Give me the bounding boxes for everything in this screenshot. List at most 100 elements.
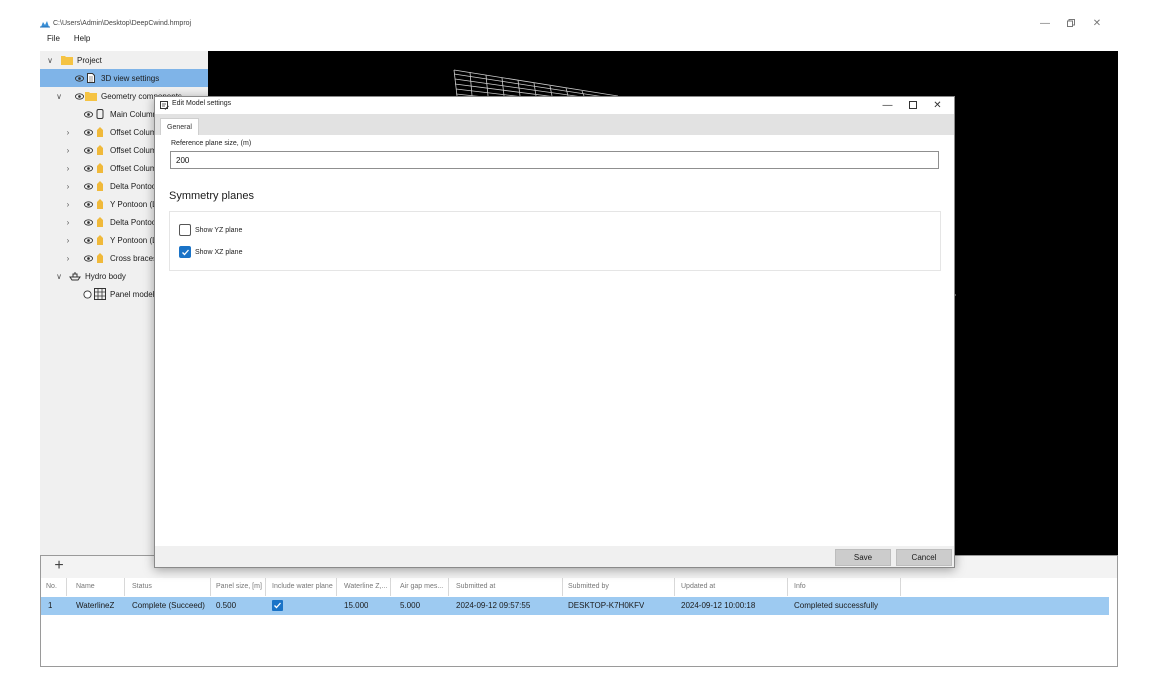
chevron-right-icon[interactable]: › [64, 200, 72, 209]
jobs-table-panel: + No. Name Status Panel size, [m] Includ… [40, 555, 1118, 667]
column-header[interactable]: Status [127, 578, 211, 596]
eye-icon[interactable] [84, 164, 93, 173]
eye-icon[interactable] [84, 200, 93, 209]
eye-icon[interactable] [84, 182, 93, 191]
chevron-right-icon[interactable]: › [64, 146, 72, 155]
folder-icon [61, 56, 73, 65]
column-header[interactable]: Panel size, [m] [211, 578, 266, 596]
eye-icon[interactable] [84, 236, 93, 245]
chevron-down-icon[interactable]: ∨ [55, 92, 63, 101]
show-xz-plane-checkbox[interactable] [179, 246, 191, 258]
component-icon [97, 235, 103, 245]
cell-submitted-by: DESKTOP-K7H0KFV [568, 601, 645, 610]
symmetry-planes-group: Show YZ plane Show XZ plane [169, 211, 941, 271]
save-button[interactable]: Save [835, 549, 891, 566]
window-controls: — ✕ [1032, 16, 1110, 30]
column-header[interactable]: Waterline Z,... [339, 578, 391, 596]
close-icon[interactable]: ✕ [1084, 16, 1110, 30]
column-header[interactable]: Air gap mes... [395, 578, 449, 596]
minimize-icon[interactable]: — [1032, 16, 1058, 30]
tree-item-project[interactable]: ∨ Project [40, 51, 208, 69]
cell-submitted-at: 2024-09-12 09:57:55 [456, 601, 531, 610]
column-header[interactable]: No. [41, 578, 67, 596]
tree-item-label: Hydro body [85, 271, 126, 281]
tree-item-label: Y Pontoon (L [110, 199, 157, 209]
show-xz-plane-option[interactable]: Show XZ plane [179, 245, 242, 259]
column-header[interactable]: Submitted by [563, 578, 675, 596]
tree-item-label: Y Pontoon (L [110, 235, 157, 245]
maximize-icon[interactable] [900, 97, 925, 113]
column-header[interactable]: Info [789, 578, 901, 596]
reference-plane-input[interactable] [170, 151, 939, 169]
eye-icon[interactable] [75, 74, 84, 83]
dialog-titlebar[interactable]: Edit Model settings — ✕ [155, 97, 954, 114]
reference-plane-label: Reference plane size, (m) [171, 140, 252, 147]
cell-updated-at: 2024-09-12 10:00:18 [681, 601, 756, 610]
tree-item-label: Project [77, 55, 102, 65]
app-titlebar: C:\Users\Admin\Desktop\DeepCwind.hmproj … [40, 14, 1118, 32]
menu-help[interactable]: Help [74, 34, 90, 48]
eye-icon[interactable] [84, 254, 93, 263]
chevron-right-icon[interactable]: › [64, 218, 72, 227]
show-xz-plane-label: Show XZ plane [195, 248, 243, 256]
tab-general[interactable]: General [160, 118, 199, 135]
ship-icon [69, 272, 81, 281]
cell-info: Completed successfully [794, 601, 879, 610]
cell-air-gap: 5.000 [400, 601, 421, 610]
column-header[interactable]: Submitted at [451, 578, 563, 596]
component-icon [97, 199, 103, 209]
chevron-right-icon[interactable]: › [64, 254, 72, 263]
column-header[interactable]: Updated at [676, 578, 788, 596]
cancel-button[interactable]: Cancel [896, 549, 952, 566]
eye-icon[interactable] [84, 128, 93, 137]
chevron-right-icon[interactable]: › [64, 182, 72, 191]
chevron-right-icon[interactable]: › [64, 164, 72, 173]
column-header[interactable]: Name [71, 578, 125, 596]
restore-icon[interactable] [1058, 16, 1084, 30]
checkmark-icon [181, 249, 189, 255]
show-yz-plane-option[interactable]: Show YZ plane [179, 223, 242, 237]
cell-name: WaterlineZ [76, 601, 115, 610]
cell-status: Complete (Succeed) [132, 601, 205, 610]
chevron-right-icon[interactable]: › [64, 236, 72, 245]
menu-bar: File Help [40, 34, 90, 48]
show-yz-plane-checkbox[interactable] [179, 224, 191, 236]
close-icon[interactable]: ✕ [925, 97, 950, 113]
edit-settings-icon [160, 101, 169, 110]
folder-icon [85, 92, 97, 101]
component-icon [97, 181, 103, 191]
cell-no: 1 [48, 601, 53, 610]
eye-icon[interactable] [84, 146, 93, 155]
table-header: No. Name Status Panel size, [m] Include … [41, 578, 1117, 596]
chevron-down-icon[interactable]: ∨ [55, 272, 63, 281]
grid-icon [94, 288, 106, 300]
component-icon [97, 145, 103, 155]
dialog-footer: Save Cancel [155, 546, 954, 567]
menu-file[interactable]: File [47, 34, 60, 48]
app-title: C:\Users\Admin\Desktop\DeepCwind.hmproj [53, 19, 192, 27]
tree-item-label: Cross braces [110, 253, 158, 263]
app-logo-icon [40, 20, 50, 27]
radio-circle-icon[interactable] [83, 289, 92, 299]
eye-icon[interactable] [75, 92, 84, 101]
include-water-plane-checkbox[interactable] [272, 600, 283, 611]
table-row[interactable]: 1 WaterlineZ Complete (Succeed) 0.500 15… [41, 597, 1109, 615]
eye-icon[interactable] [84, 218, 93, 227]
symmetry-planes-title: Symmetry planes [169, 190, 254, 202]
tree-item-3d-view-settings[interactable]: 3D view settings [40, 69, 208, 87]
component-icon [97, 217, 103, 227]
tree-item-label: Panel model [110, 289, 155, 299]
minimize-icon[interactable]: — [875, 97, 900, 113]
cell-panel-size: 0.500 [216, 601, 237, 610]
eye-icon[interactable] [84, 110, 93, 119]
component-icon [97, 253, 103, 263]
tree-item-label: 3D view settings [101, 73, 160, 83]
chevron-down-icon[interactable]: ∨ [46, 56, 54, 65]
chevron-right-icon[interactable]: › [64, 128, 72, 137]
dialog-title: Edit Model settings [172, 100, 232, 107]
add-icon[interactable]: + [51, 558, 67, 575]
tree-item-label: Main Column [110, 109, 158, 119]
dialog-window-controls: — ✕ [875, 97, 950, 113]
column-header[interactable]: Include water plane [267, 578, 337, 596]
cylinder-icon [96, 109, 104, 119]
